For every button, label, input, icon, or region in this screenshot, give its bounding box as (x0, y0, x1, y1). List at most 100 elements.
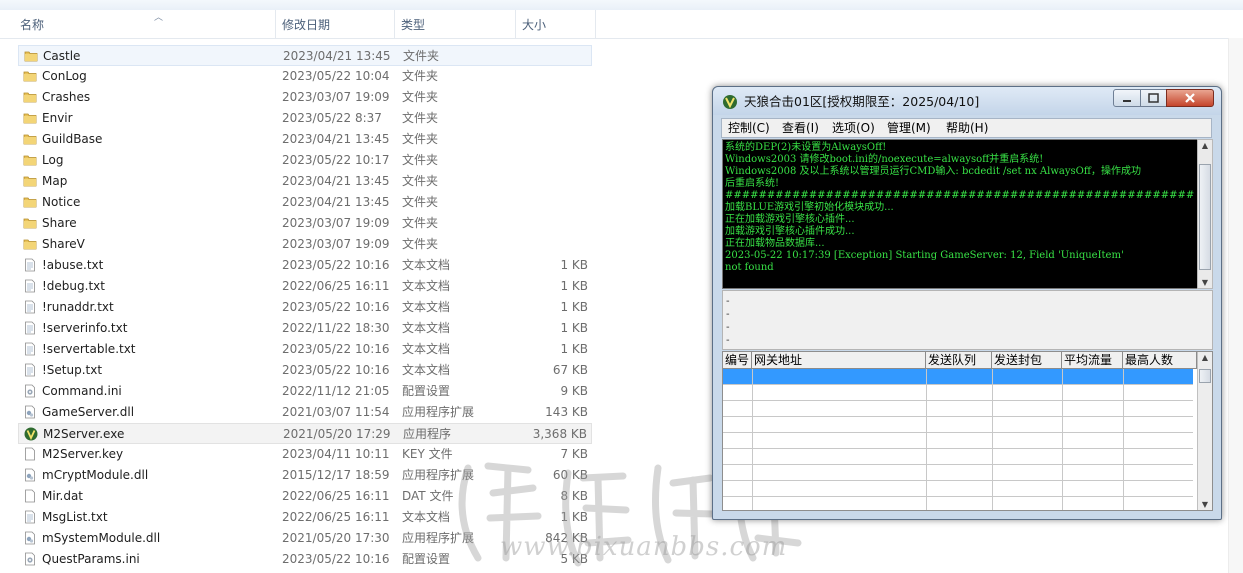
file-name: Mir.dat (42, 489, 84, 503)
grid-column-line (926, 369, 927, 510)
minimize-button[interactable] (1113, 89, 1141, 107)
file-row[interactable]: MsgList.txt 2022/06/25 16:11 文本文档 1 KB (18, 507, 592, 528)
log-line: - (726, 335, 730, 346)
file-modified: 2023/05/22 10:16 (282, 363, 390, 377)
file-row[interactable]: M2Server.key 2023/04/11 10:11 KEY 文件 7 KB (18, 444, 592, 465)
folder-icon (23, 111, 37, 125)
grid-header-send-packets[interactable]: 发送封包 (992, 352, 1062, 369)
explorer-scrollbar[interactable] (1228, 38, 1243, 573)
file-name: Log (42, 153, 64, 167)
scroll-up-icon[interactable]: ▲ (1198, 353, 1212, 362)
file-modified: 2022/06/25 16:11 (282, 279, 390, 293)
console-line: 加载游戏引擎核心插件成功... (725, 226, 855, 237)
file-name: GuildBase (42, 132, 103, 146)
grid-header-send-queue[interactable]: 发送队列 (926, 352, 992, 369)
folder-icon (23, 132, 37, 146)
menu-view[interactable]: 查看(I) (782, 119, 819, 138)
file-size: 1 KB (560, 342, 588, 356)
file-name: M2Server.key (42, 447, 124, 461)
console-line: 后重启系统! (725, 178, 780, 189)
file-row[interactable]: Share 2023/03/07 19:09 文件夹 (18, 213, 592, 234)
menu-options[interactable]: 选项(O) (832, 119, 875, 138)
file-row[interactable]: Crashes 2023/03/07 19:09 文件夹 (18, 87, 592, 108)
menu-help[interactable]: 帮助(H) (946, 119, 988, 138)
maximize-button[interactable] (1140, 89, 1167, 107)
file-row[interactable]: !Setup.txt 2023/05/22 10:16 文本文档 67 KB (18, 360, 592, 381)
file-modified: 2023/05/22 10:16 (282, 552, 390, 566)
grid-header-id[interactable]: 编号 (723, 352, 752, 369)
grid-header-avg-traffic[interactable]: 平均流量 (1062, 352, 1123, 369)
menu-bar: 控制(C) 查看(I) 选项(O) 管理(M) 帮助(H) (721, 118, 1212, 138)
gateway-grid[interactable]: 编号 网关地址 发送队列 发送封包 平均流量 最高人数 ▲ ▼ (722, 351, 1213, 511)
console-scrollbar[interactable]: ▲ ▼ (1197, 139, 1213, 289)
file-row[interactable]: !servertable.txt 2023/05/22 10:16 文本文档 1 KB (18, 339, 592, 360)
log-line: - (726, 296, 730, 307)
file-type: 文本文档 (402, 510, 451, 524)
folder-icon (23, 90, 37, 104)
file-row[interactable]: !serverinfo.txt 2022/11/22 18:30 文本文档 1 KB (18, 318, 592, 339)
file-type: 文本文档 (402, 342, 451, 356)
text-file-icon (23, 300, 37, 314)
file-size: 60 KB (552, 468, 588, 482)
scroll-down-icon[interactable]: ▼ (1198, 500, 1212, 509)
console-line: 正在加载游戏引擎核心插件... (725, 214, 855, 225)
log-pane: - - - - (722, 290, 1213, 350)
file-row[interactable]: M2Server.exe 2021/05/20 17:29 应用程序 3,368 KB (18, 423, 592, 444)
text-file-icon (23, 258, 37, 272)
grid-header-max-users[interactable]: 最高人数 (1123, 352, 1197, 369)
column-header-type[interactable]: 类型 (395, 10, 516, 38)
file-type: DAT 文件 (402, 489, 454, 503)
file-row[interactable]: mCryptModule.dll 2015/12/17 18:59 应用程序扩展 60… (18, 465, 592, 486)
grid-scrollbar[interactable]: ▲ ▼ (1197, 352, 1212, 510)
file-name: MsgList.txt (42, 510, 108, 524)
console-line: Windows2008 及以上系统以管理员运行CMD输入: bcdedit /s… (725, 166, 1141, 177)
file-row[interactable]: GuildBase 2023/04/21 13:45 文件夹 (18, 129, 592, 150)
file-type: 文本文档 (402, 321, 451, 335)
grid-scroll-thumb[interactable] (1199, 369, 1211, 383)
column-header-name[interactable]: 名称 ︿ (14, 10, 276, 38)
file-row[interactable]: Map 2023/04/21 13:45 文件夹 (18, 171, 592, 192)
scroll-up-icon[interactable]: ▲ (1198, 141, 1212, 150)
file-type: 文本文档 (402, 300, 451, 314)
file-row[interactable]: Log 2023/05/22 10:17 文件夹 (18, 150, 592, 171)
file-row[interactable]: !debug.txt 2022/06/25 16:11 文本文档 1 KB (18, 276, 592, 297)
console-scroll-thumb[interactable] (1199, 164, 1211, 270)
grid-header-gateway-address[interactable]: 网关地址 (752, 352, 926, 369)
file-row[interactable]: Notice 2023/04/21 13:45 文件夹 (18, 192, 592, 213)
close-icon (1185, 93, 1195, 103)
file-row[interactable]: Castle 2023/04/21 13:45 文件夹 (18, 45, 592, 66)
file-type: 文本文档 (402, 363, 451, 377)
m2server-app-icon (723, 95, 737, 109)
file-modified: 2023/04/21 13:45 (282, 132, 390, 146)
file-row[interactable]: !runaddr.txt 2023/05/22 10:16 文本文档 1 KB (18, 297, 592, 318)
file-name: ConLog (42, 69, 87, 83)
menu-manage[interactable]: 管理(M) (887, 119, 931, 138)
file-row[interactable]: Command.ini 2022/11/12 21:05 配置设置 9 KB (18, 381, 592, 402)
menu-control[interactable]: 控制(C) (728, 119, 770, 138)
window-titlebar[interactable]: 天狼合击01区[授权期限至：2025/04/10] (713, 87, 1221, 115)
file-row[interactable]: ConLog 2023/05/22 10:04 文件夹 (18, 66, 592, 87)
file-row[interactable]: Mir.dat 2022/06/25 16:11 DAT 文件 8 KB (18, 486, 592, 507)
file-modified: 2023/04/21 13:45 (283, 49, 391, 63)
column-header-modified[interactable]: 修改日期 (276, 10, 395, 38)
file-row[interactable]: GameServer.dll 2021/03/07 11:54 应用程序扩展 143 … (18, 402, 592, 423)
config-file-icon (23, 552, 37, 566)
blank-file-icon (23, 489, 37, 503)
file-row[interactable]: ShareV 2023/03/07 19:09 文件夹 (18, 234, 592, 255)
m2server-window[interactable]: 天狼合击01区[授权期限至：2025/04/10] 控制(C) 查看(I) 选项… (712, 86, 1222, 520)
dll-file-icon (23, 531, 37, 545)
file-type: 文件夹 (402, 237, 439, 251)
column-header-size[interactable]: 大小 (516, 10, 596, 38)
scroll-down-icon[interactable]: ▼ (1198, 278, 1212, 287)
window-title: 天狼合击01区[授权期限至：2025/04/10] (744, 94, 980, 109)
file-row[interactable]: !abuse.txt 2023/05/22 10:16 文本文档 1 KB (18, 255, 592, 276)
grid-column-line (752, 369, 753, 510)
folder-icon (23, 69, 37, 83)
text-file-icon (23, 342, 37, 356)
file-modified: 2023/05/22 10:17 (282, 153, 390, 167)
close-button[interactable] (1166, 89, 1214, 107)
file-type: 文件夹 (402, 69, 439, 83)
file-row[interactable]: Envir 2023/05/22 8:37 文件夹 (18, 108, 592, 129)
column-header: 名称 ︿ 修改日期 类型 大小 (0, 10, 1243, 39)
log-line: - (726, 309, 730, 320)
